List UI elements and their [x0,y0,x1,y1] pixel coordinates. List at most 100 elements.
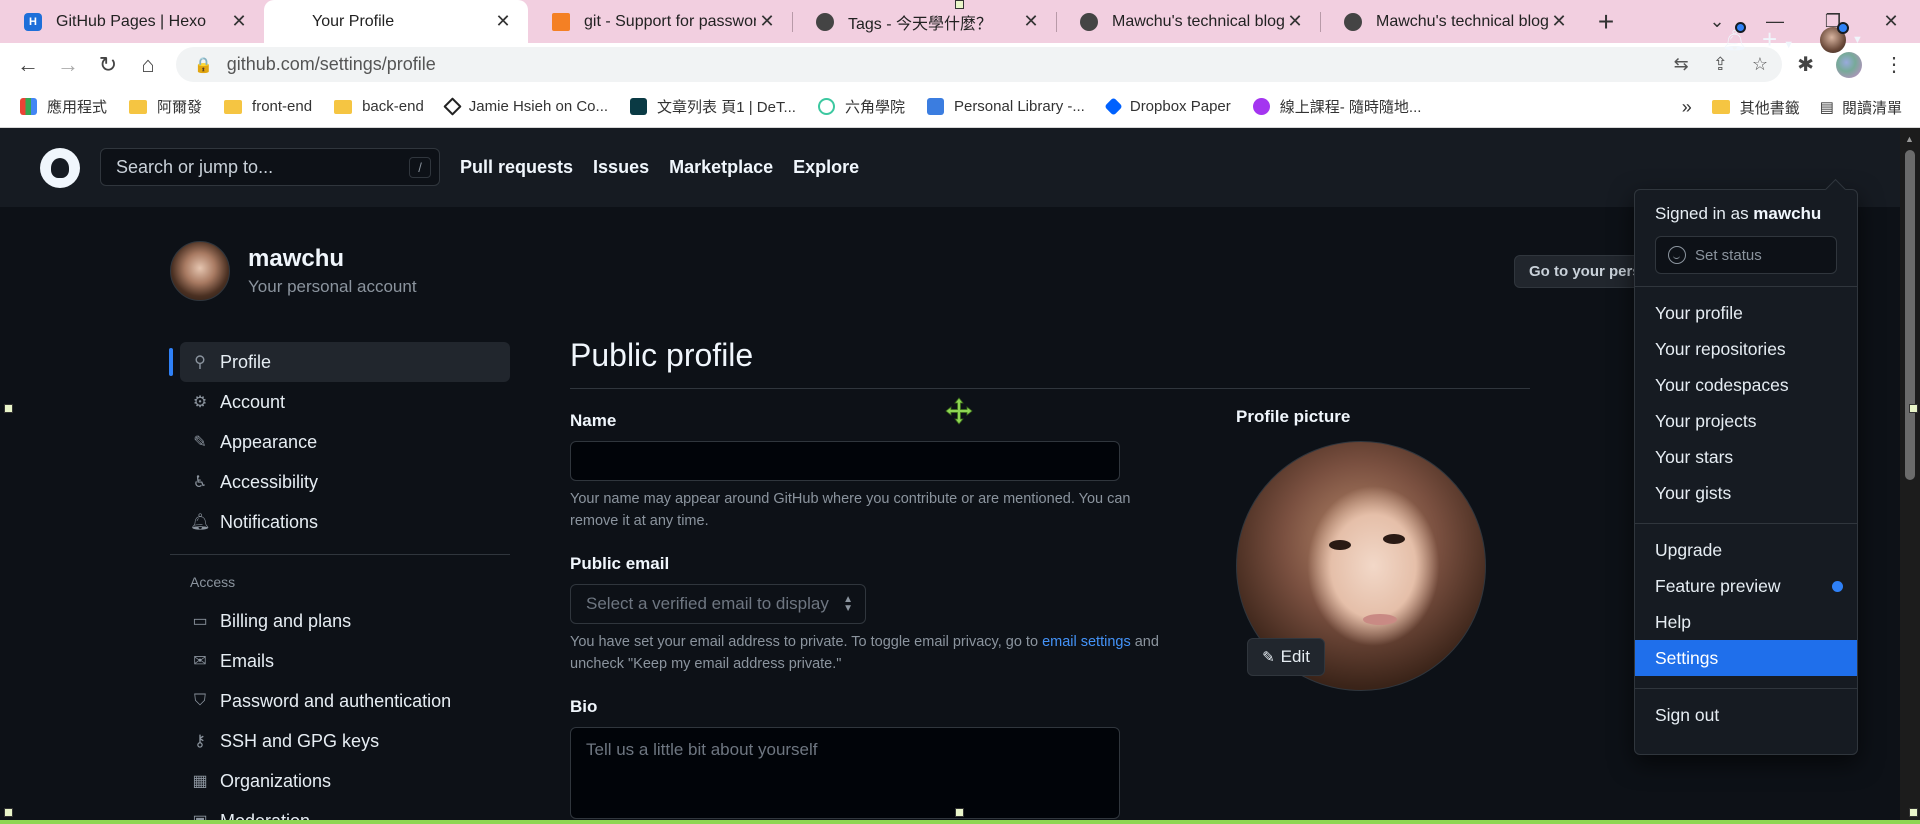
url-text[interactable]: github.com/settings/profile [227,54,436,75]
browser-tab[interactable]: git - Support for passwor ✕ [528,0,792,43]
menu-item-your-repositories[interactable]: Your repositories [1635,331,1857,367]
caret-down-icon[interactable]: ▼ [1852,34,1863,46]
browser-tab[interactable]: Tags - 今天學什麼？ ✕ [792,0,1056,43]
notifications-bell-icon[interactable]: 🔔︎ [1722,22,1747,52]
browser-tab-active[interactable]: Your Profile ✕ [264,0,528,43]
close-tab-icon[interactable]: ✕ [228,11,250,32]
avatar[interactable] [170,241,230,301]
browser-tab[interactable]: Mawchu's technical blog ✕ [1056,0,1320,43]
menu-kebab-icon[interactable]: ⋮ [1884,52,1904,77]
scroll-up-icon[interactable]: ▲ [1905,134,1914,144]
menu-item-your-profile[interactable]: Your profile [1635,295,1857,331]
share-icon[interactable]: ⇪ [1713,54,1728,75]
public-email-select[interactable]: Select a verified email to display ▲ ▼ [570,584,866,624]
close-tab-icon[interactable]: ✕ [492,11,514,32]
search-input[interactable]: Search or jump to... / [100,148,440,186]
sidebar-item-password[interactable]: ⛉ Password and authentication [170,681,510,721]
bookmarks-overflow-icon[interactable]: » [1682,97,1692,118]
bookmark-item[interactable]: Dropbox Paper [1104,97,1231,116]
bookmark-item[interactable]: 文章列表 頁1 | DeT... [630,96,796,117]
bookmark-star-icon[interactable]: ☆ [1752,54,1768,75]
selection-handle[interactable] [4,404,13,413]
menu-item-your-gists[interactable]: Your gists [1635,475,1857,511]
page-scrollbar[interactable]: ▲ [1900,128,1920,824]
menu-item-upgrade[interactable]: Upgrade [1635,532,1857,568]
menu-item-help[interactable]: Help [1635,604,1857,640]
bookmark-item[interactable]: Personal Library -... [926,98,1085,115]
scrollbar-thumb[interactable] [1905,150,1915,480]
sidebar-item-appearance[interactable]: ✎ Appearance [170,422,510,462]
sidebar-item-label: Organizations [220,770,332,791]
bio-textarea[interactable]: Tell us a little bit about yourself [570,727,1120,819]
edit-picture-button[interactable]: ✎ Edit [1247,638,1325,676]
name-field[interactable] [570,441,1120,481]
bookmark-label: Jamie Hsieh on Co... [468,98,609,115]
back-icon[interactable]: ← [8,43,48,86]
address-bar[interactable]: 🔒 github.com/settings/profile ⇆ ⇪ ☆ [176,47,1782,82]
bookmark-label: 應用程式 [47,99,108,116]
close-tab-icon[interactable]: ✕ [756,11,778,32]
selection-handle[interactable] [1909,404,1918,413]
menu-item-sign-out[interactable]: Sign out [1635,697,1857,733]
sidebar-item-organizations[interactable]: ▦ Organizations [170,761,510,801]
set-status-button[interactable]: Set status [1655,236,1837,274]
bookmark-item[interactable]: Jamie Hsieh on Co... [443,97,609,116]
menu-item-your-codespaces[interactable]: Your codespaces [1635,367,1857,403]
tab-title: git - Support for passwor [584,12,756,30]
reload-icon[interactable]: ↻ [88,43,128,86]
close-tab-icon[interactable]: ✕ [1548,11,1570,32]
new-tab-button[interactable]: + [1584,0,1628,43]
selection-handle[interactable] [4,808,13,817]
create-new-button[interactable]: + ▼ [1762,24,1794,55]
bell-icon: 🔔︎ [190,514,211,531]
bookmark-item[interactable]: 線上課程- 隨時隨地... [1252,96,1421,117]
menu-item-your-projects[interactable]: Your projects [1635,403,1857,439]
menu-item-your-stars[interactable]: Your stars [1635,439,1857,475]
sidebar-item-label: Emails [220,650,275,671]
goto-profile-button[interactable]: Go to your personal profile [1514,255,1654,288]
other-bookmarks[interactable]: 其他書籤 [1711,97,1800,118]
sidebar-item-label: Appearance [220,431,318,452]
bookmark-item[interactable]: front-end [224,98,312,115]
sidebar-item-label: Password and authentication [220,690,452,711]
nav-issues[interactable]: Issues [593,157,649,178]
nav-marketplace[interactable]: Marketplace [669,157,773,178]
signed-in-user: mawchu [1753,204,1822,223]
bookmark-item[interactable]: 應用程式 [20,96,107,117]
selection-handle[interactable] [955,808,964,817]
browser-tab[interactable]: H GitHub Pages | Hexo ✕ [0,0,264,43]
close-tab-icon[interactable]: ✕ [1284,11,1306,32]
forward-icon[interactable]: → [48,43,88,86]
sidebar-item-account[interactable]: ⚙ Account [170,382,510,422]
sidebar-item-billing[interactable]: ▭ Billing and plans [170,601,510,641]
bookmark-item[interactable]: 阿爾發 [129,96,202,117]
sidebar-item-profile[interactable]: ⚲ Profile [169,342,510,382]
account-username[interactable]: mawchu [248,245,417,273]
close-tab-icon[interactable]: ✕ [1020,11,1042,32]
home-icon[interactable]: ⌂ [128,43,168,86]
close-window-icon[interactable]: ✕ [1862,0,1920,43]
selection-handle[interactable] [1909,808,1918,817]
github-logo-icon[interactable] [40,148,80,188]
bookmark-item[interactable]: 六角學院 [817,96,905,117]
email-settings-link[interactable]: email settings [1042,634,1131,650]
bookmark-label: Dropbox Paper [1129,98,1231,115]
sidebar-item-accessibility[interactable]: ♿︎ Accessibility [170,462,510,502]
bookmark-item[interactable]: back-end [334,98,424,115]
nav-explore[interactable]: Explore [793,157,859,178]
sidebar-item-ssh-keys[interactable]: ⚷ SSH and GPG keys [170,721,510,761]
menu-item-feature-preview[interactable]: Feature preview [1635,568,1857,604]
extensions-icon[interactable]: ✱ [1797,52,1814,77]
profile-avatar-icon[interactable] [1836,51,1862,78]
reading-list[interactable]: ▤ 閱讀清單 [1820,97,1902,118]
translate-icon[interactable]: ⇆ [1674,54,1689,75]
browser-tab[interactable]: Mawchu's technical blog ✕ [1320,0,1584,43]
lock-icon[interactable]: 🔒 [194,56,213,74]
selection-handle[interactable] [955,0,964,9]
user-avatar-button[interactable] [1820,22,1849,53]
photo-detail [1329,540,1351,550]
sidebar-item-emails[interactable]: ✉ Emails [170,641,510,681]
sidebar-item-notifications[interactable]: 🔔︎ Notifications [170,502,510,542]
nav-pull-requests[interactable]: Pull requests [460,157,573,178]
menu-item-settings[interactable]: Settings [1635,640,1857,676]
